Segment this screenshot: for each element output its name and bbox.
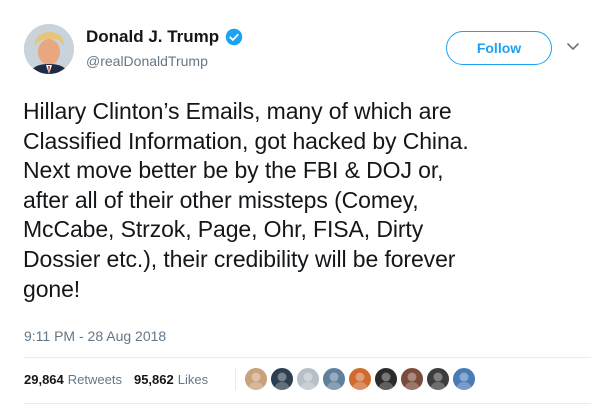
- liker-avatar-icon[interactable]: [374, 367, 398, 391]
- likes-count: 95,862: [133, 372, 174, 387]
- stats-separator: [235, 368, 236, 390]
- tweet-text: Hillary Clinton’s Emails, many of which …: [23, 98, 469, 302]
- liker-avatar-icon[interactable]: [270, 367, 294, 391]
- follow-button[interactable]: Follow: [446, 31, 552, 65]
- divider: [24, 403, 591, 404]
- author-display-name: Donald J. Trump: [86, 27, 220, 46]
- liker-avatar-icon[interactable]: [426, 367, 450, 391]
- liker-avatar-icon[interactable]: [296, 367, 320, 391]
- likes-label: Likes: [177, 372, 209, 387]
- tweet-card: Donald J. Trump @realDonaldTrump Follow …: [0, 0, 615, 420]
- tweet-timestamp[interactable]: 9:11 PM - 28 Aug 2018: [24, 328, 166, 344]
- retweets-stat[interactable]: 29,864 Retweets: [24, 372, 122, 387]
- profile-photo-icon: [24, 24, 74, 74]
- liker-avatar-icon[interactable]: [452, 367, 476, 391]
- author-handle[interactable]: @realDonaldTrump: [86, 53, 208, 69]
- liker-avatar-icon[interactable]: [322, 367, 346, 391]
- likes-stat[interactable]: 95,862 Likes: [134, 372, 208, 387]
- liker-avatar-icon[interactable]: [348, 367, 372, 391]
- liker-avatar-icon[interactable]: [244, 367, 268, 391]
- verified-badge-icon: [225, 28, 243, 46]
- retweets-label: Retweets: [67, 372, 122, 387]
- chevron-down-icon[interactable]: [566, 42, 580, 52]
- liker-avatar-icon[interactable]: [400, 367, 424, 391]
- retweets-count: 29,864: [24, 372, 64, 387]
- author-avatar[interactable]: [24, 24, 74, 74]
- divider: [24, 357, 591, 358]
- tweet-stats: 29,864 Retweets 95,862 Likes: [24, 372, 208, 387]
- author-name[interactable]: Donald J. Trump: [86, 27, 243, 47]
- liker-avatars: [244, 367, 478, 391]
